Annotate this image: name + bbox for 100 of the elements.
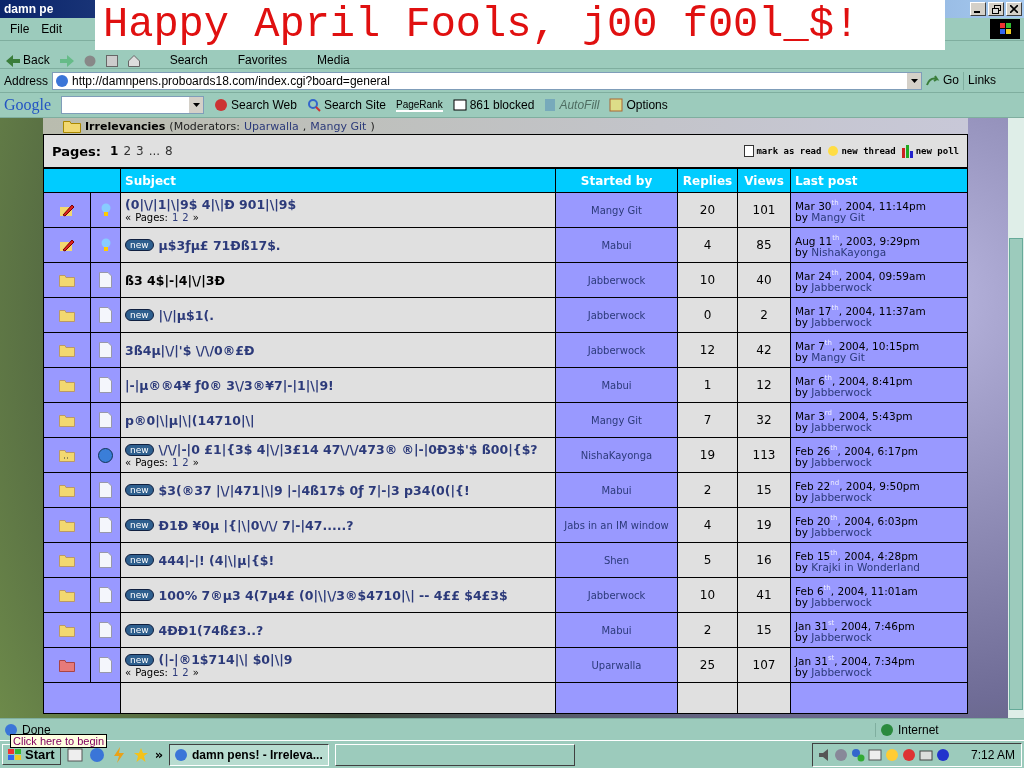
- thread-title-link[interactable]: (0|\/|1|\|9$ 4|\|Ð 901|\|9$: [125, 197, 297, 212]
- author-link[interactable]: Jabberwock: [811, 526, 872, 539]
- starter-link[interactable]: Mabui: [601, 624, 632, 636]
- author-link[interactable]: Mangy Git: [811, 211, 865, 224]
- page-link[interactable]: 8: [165, 144, 173, 158]
- starter-link[interactable]: Jabberwock: [587, 274, 646, 286]
- thread-title-link[interactable]: \/\/|-|0 £1|{3$ 4|\/|3£14 47\/\/473® ®|-|0Ð3$'$ ß00|{$?: [158, 442, 538, 457]
- author-link[interactable]: Krajki in Wonderland: [811, 561, 920, 574]
- monitor-icon[interactable]: [867, 747, 882, 762]
- google-toolbar-button[interactable]: Search Web: [214, 98, 297, 112]
- starter-link[interactable]: Shen: [603, 554, 630, 566]
- printer-icon[interactable]: [918, 747, 933, 762]
- minimize-button[interactable]: [970, 2, 986, 16]
- starter-link[interactable]: NishaKayonga: [580, 449, 653, 461]
- starter-link[interactable]: Mabui: [601, 484, 632, 496]
- browser-icon[interactable]: [88, 746, 105, 763]
- google-menu-button[interactable]: Google: [4, 96, 52, 114]
- author-link[interactable]: Jabberwock: [811, 386, 872, 399]
- author-link[interactable]: NishaKayonga: [811, 246, 887, 259]
- thread-title-link[interactable]: 100% 7®µ3 4(7µ4£ (0|\|\/3®$4710|\| -- 4££ $4£3$: [158, 587, 508, 603]
- board-link[interactable]: Irrelevancies: [85, 119, 166, 133]
- thread-title-link[interactable]: ß3 4$|-|4|\/|3Ð: [125, 272, 225, 288]
- author-link[interactable]: Mangy Git: [811, 351, 865, 364]
- page-link[interactable]: 2: [182, 667, 189, 678]
- thread-title-link[interactable]: p®0|\|µ|\|(14710|\|: [125, 412, 255, 428]
- refresh-icon[interactable]: [105, 55, 118, 67]
- thread-title-link[interactable]: |-|µ®®4¥ ƒ0® 3\/3®¥7|-|1|\|9!: [125, 377, 334, 393]
- author-link[interactable]: Jabberwock: [811, 491, 872, 504]
- menu-item[interactable]: File: [4, 22, 36, 36]
- moderator-link[interactable]: Uparwalla: [243, 119, 299, 133]
- google-toolbar-button[interactable]: 861 blocked: [452, 98, 535, 112]
- taskbar-window-button[interactable]: damn pens! - Irreleva...: [169, 743, 330, 766]
- dropdown-arrow-icon[interactable]: [192, 103, 200, 107]
- thread-action-button[interactable]: mark as read: [744, 144, 822, 158]
- starter-link[interactable]: Jabs in an IM window: [564, 519, 669, 531]
- page-link[interactable]: 1: [171, 457, 179, 468]
- page-link[interactable]: 2: [182, 457, 189, 468]
- starter-link[interactable]: Jabberwock: [587, 309, 646, 321]
- thread-title-link[interactable]: $3(®37 |\/|471|\|9 |-|4ß17$ 0ƒ 7|-|3 p34(0(|{!: [158, 482, 470, 498]
- page-link[interactable]: 1: [171, 212, 179, 223]
- author-link[interactable]: Jabberwock: [811, 421, 872, 434]
- thread-title-link[interactable]: µ$3ƒµ£ 71Ðß17$.: [158, 237, 281, 253]
- google-search-field[interactable]: [61, 96, 205, 114]
- starter-link[interactable]: Mangy Git: [591, 204, 642, 216]
- thread-title-link[interactable]: 4ÐÐ1(74ß£3..?: [158, 622, 264, 638]
- more-button[interactable]: »: [154, 747, 164, 762]
- star-icon[interactable]: [132, 746, 149, 763]
- scrollbar[interactable]: [1008, 118, 1024, 718]
- go-button[interactable]: Go: [926, 74, 960, 87]
- restore-button[interactable]: [988, 2, 1004, 16]
- google-toolbar-button[interactable]: PageRank: [395, 98, 443, 112]
- thread-action-button[interactable]: new poll: [901, 144, 959, 158]
- author-link[interactable]: Jabberwock: [811, 281, 872, 294]
- users-icon[interactable]: [850, 747, 865, 762]
- back-button[interactable]: Back: [6, 54, 50, 67]
- author-link[interactable]: Jabberwock: [811, 596, 872, 609]
- page-link[interactable]: 1: [110, 144, 119, 158]
- links-button[interactable]: Links: [968, 74, 997, 87]
- author-link[interactable]: Jabberwock: [811, 316, 872, 329]
- stop-icon[interactable]: [83, 55, 96, 67]
- starter-link[interactable]: Jabberwock: [587, 344, 646, 356]
- moderator-link[interactable]: Mangy Git: [310, 119, 367, 133]
- april-fools-banner: Happy April Fools, j00 f00l_$!: [95, 0, 945, 50]
- starter-link[interactable]: Mabui: [601, 239, 632, 251]
- toolbar-button[interactable]: Media: [317, 54, 350, 67]
- thread-title-link[interactable]: |\/|µ$1(.: [158, 307, 214, 323]
- dropdown-arrow-icon[interactable]: [910, 78, 918, 83]
- page-link[interactable]: ...: [148, 144, 161, 158]
- author-link[interactable]: Jabberwock: [811, 666, 872, 679]
- starter-link[interactable]: Uparwalla: [591, 659, 642, 671]
- page-link[interactable]: 2: [182, 212, 189, 223]
- folder-icon: [59, 413, 75, 427]
- toolbar-button[interactable]: Search: [169, 54, 208, 67]
- address-field[interactable]: http://damnpens.proboards18.com/index.cgi?board=general: [52, 71, 923, 90]
- starter-link[interactable]: Mangy Git: [591, 414, 642, 426]
- page-link[interactable]: 2: [123, 144, 131, 158]
- author-link[interactable]: Jabberwock: [811, 456, 872, 469]
- toolbar-button[interactable]: Favorites: [237, 54, 288, 67]
- thread-action-button[interactable]: new thread: [827, 144, 896, 158]
- views-cell: 16: [737, 542, 791, 578]
- google-toolbar-button[interactable]: Search Site: [306, 98, 386, 112]
- close-button[interactable]: [1006, 2, 1022, 16]
- column-header: Views: [737, 168, 791, 193]
- thread-title-link[interactable]: 3ß4µ|\/|'$ \/\/0®£Ð: [125, 342, 255, 358]
- starter-link[interactable]: Mabui: [601, 379, 632, 391]
- speaker-icon[interactable]: [818, 747, 831, 762]
- page-link[interactable]: 3: [136, 144, 144, 158]
- folder-icon: [59, 553, 75, 567]
- page-link[interactable]: 1: [171, 667, 179, 678]
- tray-circle-icon[interactable]: [935, 747, 950, 762]
- thread-title-link[interactable]: 444|-|! (4|\|µ|{$!: [158, 552, 275, 568]
- desktop-icon[interactable]: [66, 746, 83, 763]
- google-toolbar-button[interactable]: Options: [609, 98, 668, 112]
- thread-title-link[interactable]: Ð1Ð ¥0µ |{|\|0\/\/ 7|-|47.....?: [158, 517, 354, 533]
- author-link[interactable]: Jabberwock: [811, 631, 872, 644]
- thread-title-link[interactable]: (|-|®1$714|\| $0|\|9: [158, 652, 293, 667]
- home-icon[interactable]: [127, 55, 140, 67]
- starter-link[interactable]: Jabberwock: [587, 589, 646, 601]
- tray-circle-icon[interactable]: [901, 747, 916, 762]
- menu-item[interactable]: Edit: [35, 22, 69, 36]
